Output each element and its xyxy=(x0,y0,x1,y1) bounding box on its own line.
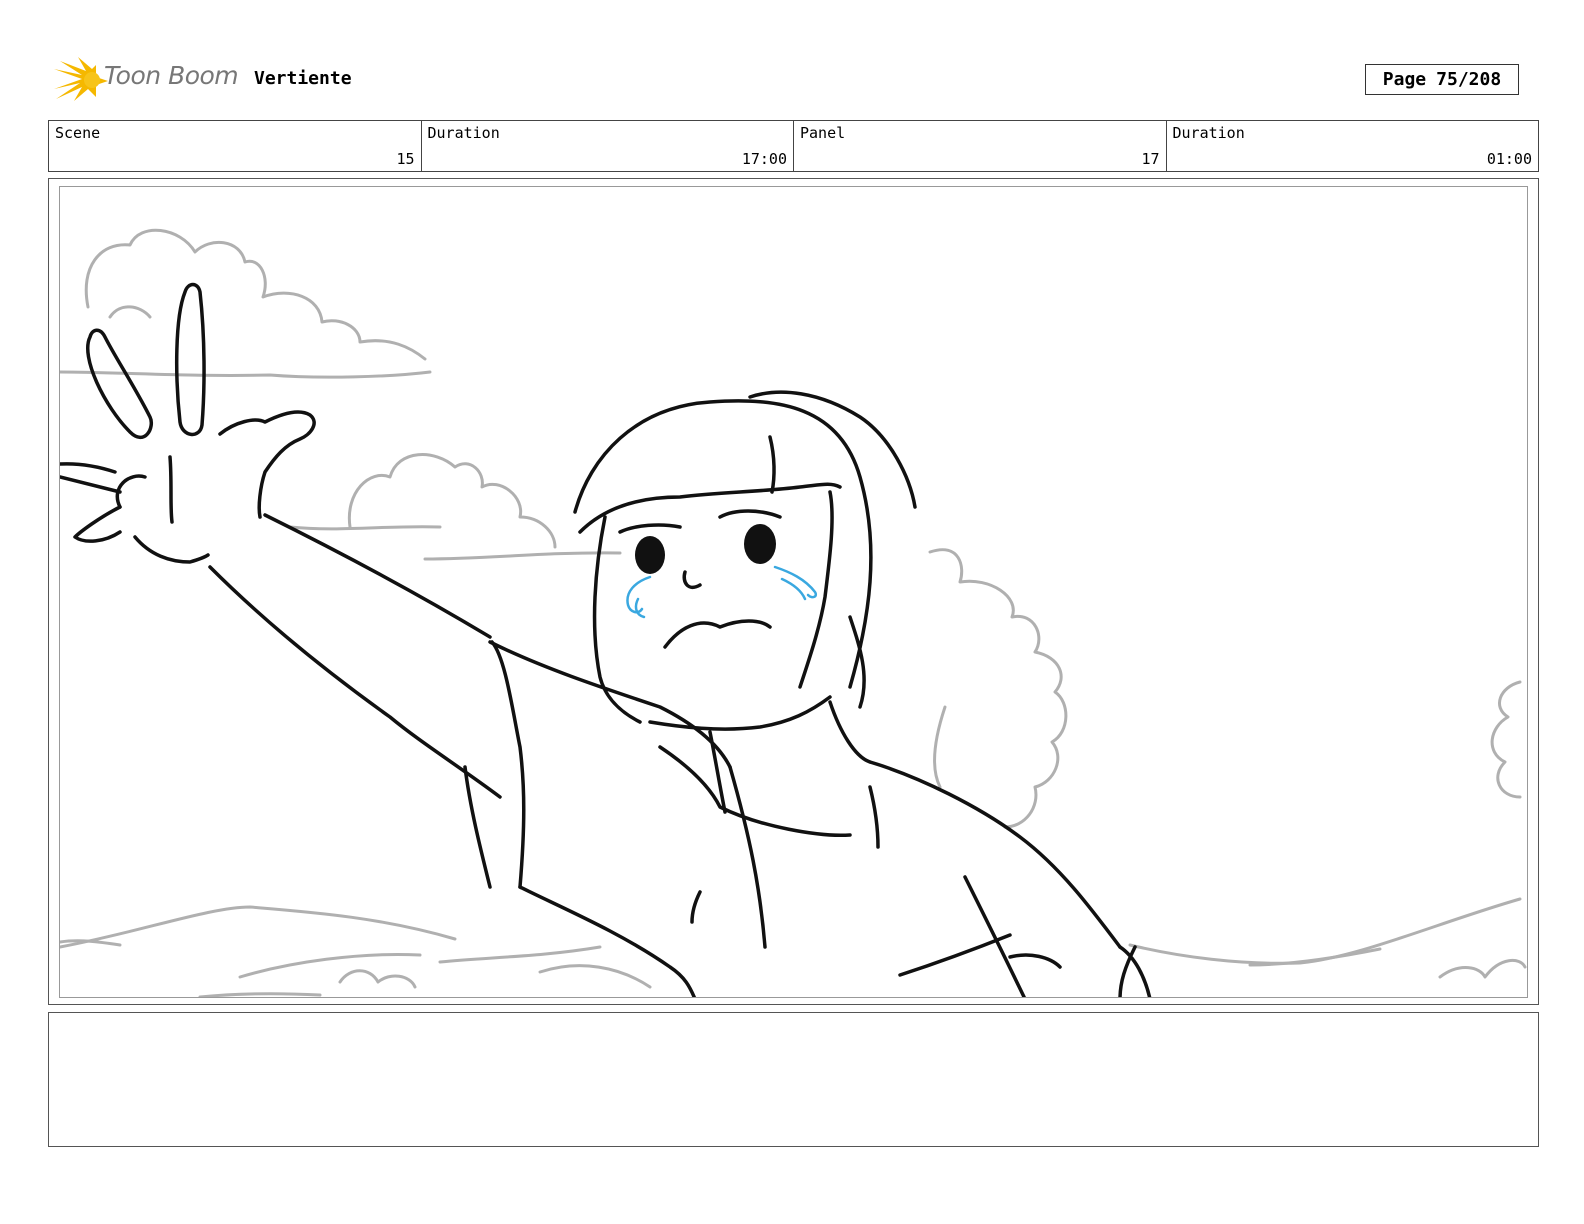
panel-value: 17 xyxy=(1141,150,1160,168)
panel-cell: Panel 17 xyxy=(794,121,1167,171)
project-title: Vertiente xyxy=(254,68,352,89)
page-indicator: Page 75/208 xyxy=(1365,64,1519,95)
scene-duration-cell: Duration 17:00 xyxy=(422,121,794,171)
toon-boom-logo: Toon Boom xyxy=(52,55,242,105)
storyboard-sketch xyxy=(60,228,1527,997)
scene-value: 15 xyxy=(396,150,415,168)
panel-label: Panel xyxy=(800,124,846,142)
scene-cell: Scene 15 xyxy=(49,121,422,171)
star-burst-icon xyxy=(54,57,108,101)
scene-duration-label: Duration xyxy=(427,124,500,142)
background-sketch xyxy=(60,228,1527,997)
panel-duration-value: 01:00 xyxy=(1486,150,1532,168)
storyboard-panel xyxy=(48,178,1539,1005)
panel-drawing-area xyxy=(59,186,1528,998)
character-eyes xyxy=(635,524,776,574)
panel-duration-label: Duration xyxy=(1172,124,1245,142)
logo-wordmark: Toon Boom xyxy=(104,61,239,90)
panel-duration-cell: Duration 01:00 xyxy=(1167,121,1539,171)
panel-notes-box xyxy=(48,1012,1539,1147)
scene-label: Scene xyxy=(55,124,101,142)
scene-info-table: Scene 15 Duration 17:00 Panel 17 Duratio… xyxy=(48,120,1539,172)
page-header: Toon Boom Vertiente Page 75/208 xyxy=(48,55,1538,105)
character-sketch xyxy=(60,282,1152,997)
page-label: Page xyxy=(1382,69,1427,90)
page-number: 75/208 xyxy=(1436,69,1502,90)
character-tears xyxy=(626,565,817,619)
scene-duration-value: 17:00 xyxy=(741,150,787,168)
